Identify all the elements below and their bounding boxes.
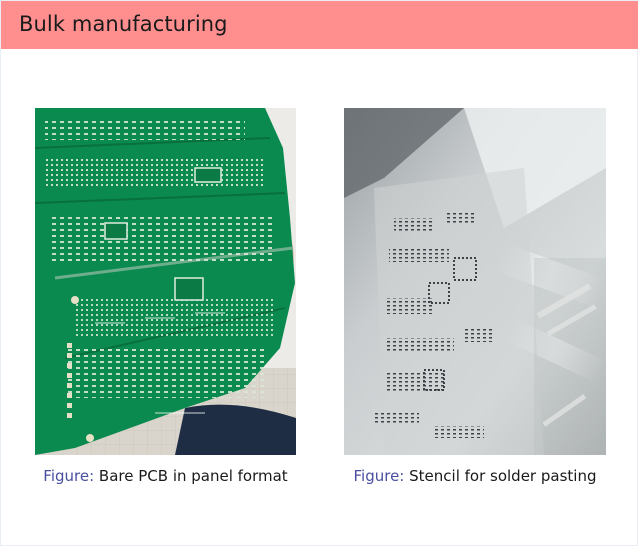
figure-prefix: Figure: bbox=[353, 467, 405, 485]
figure-caption-stencil: Figure: Stencil for solder pasting bbox=[321, 467, 629, 485]
figure-prefix: Figure: bbox=[43, 467, 95, 485]
slide-title: Bulk manufacturing bbox=[19, 12, 228, 36]
slide: Bulk manufacturing Figure: Bare PCB in p… bbox=[0, 0, 638, 546]
caption-text: Bare PCB in panel format bbox=[98, 467, 288, 485]
title-bar: Bulk manufacturing bbox=[1, 1, 638, 49]
caption-text: Stencil for solder pasting bbox=[409, 467, 597, 485]
figure-caption-pcb: Figure: Bare PCB in panel format bbox=[35, 467, 296, 485]
pcb-panel-photo bbox=[35, 108, 296, 455]
stencil-photo bbox=[344, 108, 606, 455]
